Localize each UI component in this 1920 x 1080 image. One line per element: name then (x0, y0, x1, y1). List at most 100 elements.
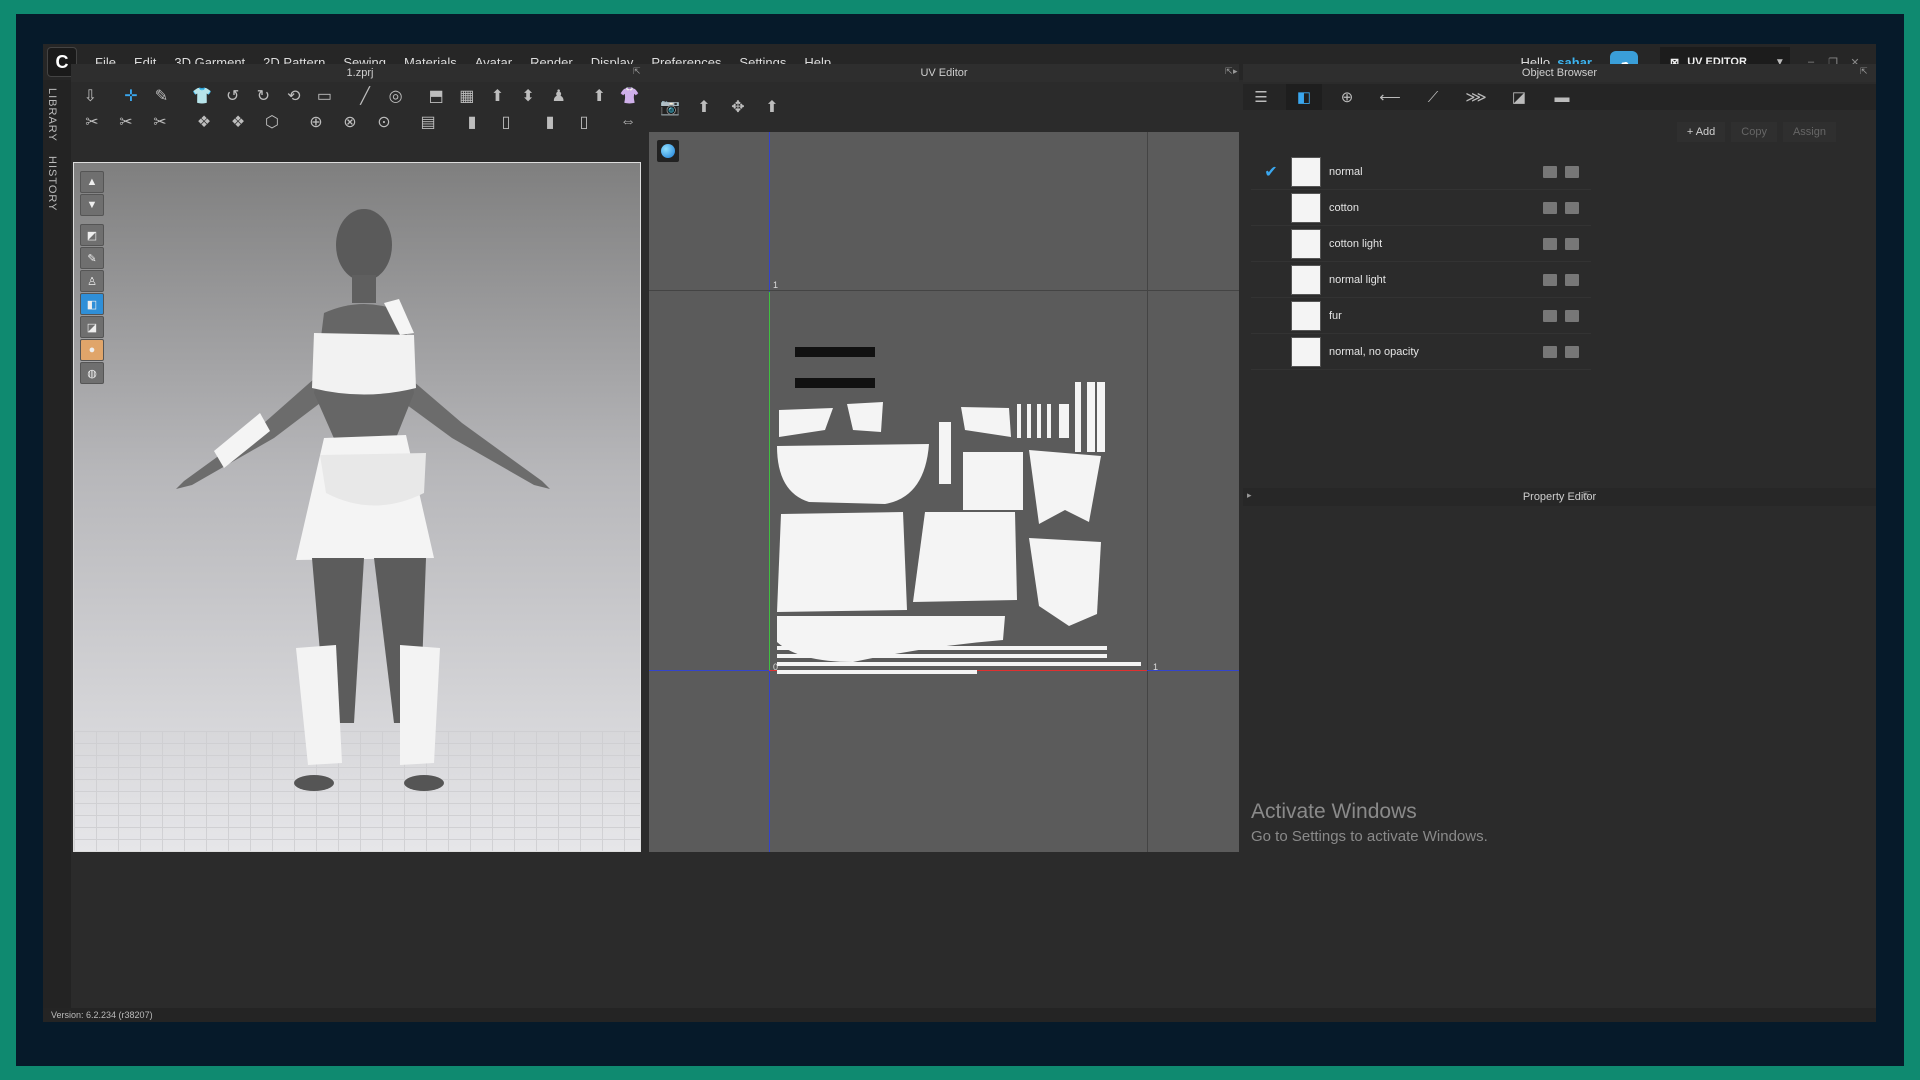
material-name: fur (1329, 309, 1342, 322)
material-delete-icon[interactable] (1565, 345, 1579, 358)
material-item-actions (1535, 165, 1579, 178)
assign-material-button[interactable]: Assign (1782, 122, 1836, 142)
texture-icon[interactable]: ▯ (493, 110, 519, 134)
material-preview-icon[interactable] (1543, 273, 1557, 286)
material-item[interactable]: fur (1251, 298, 1591, 334)
flatten-icon[interactable]: ▦ (456, 84, 479, 108)
seam-icon[interactable]: ✂ (113, 110, 139, 134)
tab-library[interactable]: LIBRARY (46, 88, 58, 142)
copy-material-button[interactable]: Copy (1731, 122, 1777, 142)
material-item[interactable]: ✔ normal (1251, 154, 1591, 190)
garment-shirt-icon[interactable]: 👕 (191, 84, 214, 108)
uv-undock-icon[interactable]: ⇱ (1225, 66, 1233, 77)
checkmark-icon: ✔ (1264, 163, 1278, 181)
topstitch-icon[interactable]: ▮ (537, 110, 563, 134)
status-bar: Version: 6.2.234 (r38207) (43, 1008, 1876, 1022)
sticker-icon[interactable]: ⊙ (371, 110, 397, 134)
zipper-icon[interactable]: ⬡ (259, 110, 285, 134)
transform-icon[interactable]: ✛ (120, 84, 143, 108)
panel-collapse-icon[interactable]: ▸ (1233, 66, 1238, 77)
material-swatch (1291, 192, 1321, 223)
undock-icon[interactable]: ⇱ (633, 66, 641, 77)
pin-move-icon[interactable]: ⇔ (615, 110, 641, 134)
uv-snapshot-icon[interactable]: 📷 (657, 95, 683, 119)
steam-icon[interactable]: ◎ (384, 84, 407, 108)
ob-undock-icon[interactable]: ⇱ (1860, 66, 1868, 77)
material-item[interactable]: cotton light (1251, 226, 1591, 262)
material-item-actions (1535, 309, 1579, 322)
add-material-button[interactable]: + Add (1676, 122, 1726, 142)
needle-icon[interactable]: ✂ (79, 110, 105, 134)
graphic-icon[interactable]: ▮ (459, 110, 485, 134)
uv-pattern-pieces[interactable] (649, 132, 1239, 852)
material-swatch (1291, 228, 1321, 259)
material-delete-icon[interactable] (1565, 309, 1579, 322)
zipper-tab-icon[interactable]: ⋙ (1458, 84, 1494, 110)
3d-viewport[interactable]: ▲ ▼ ◩ ✎ ♙ ◧ ◪ ● ◍ (73, 162, 641, 852)
puckering-icon[interactable]: ⊗ (337, 110, 363, 134)
list-view-icon[interactable]: ☰ (1243, 84, 1279, 110)
trace-icon[interactable]: ✂ (147, 110, 173, 134)
material-preview-icon[interactable] (1543, 345, 1557, 358)
watermark-title: Activate Windows (1251, 800, 1417, 823)
fit-icon[interactable]: ⬆ (588, 84, 611, 108)
button-tab-icon[interactable]: ⊕ (1329, 84, 1365, 110)
uv-canvas[interactable]: 1 0 1 (649, 132, 1239, 852)
material-delete-icon[interactable] (1565, 165, 1579, 178)
material-item-actions (1535, 345, 1579, 358)
material-item[interactable]: cotton (1251, 190, 1591, 226)
material-preview-icon[interactable] (1543, 237, 1557, 250)
shrink-icon[interactable]: ⬍ (517, 84, 540, 108)
material-list: ✔ normal cotton cotton light normal ligh… (1251, 154, 1591, 370)
material-delete-icon[interactable] (1565, 237, 1579, 250)
fold-icon[interactable]: ↺ (221, 84, 244, 108)
uv-arrange-icon[interactable]: ✥ (725, 95, 751, 119)
property-undock-icon[interactable]: ⇱ (1583, 490, 1591, 501)
uv-editor-title: UV Editor (649, 64, 1239, 82)
tape-icon[interactable]: ▭ (313, 84, 336, 108)
material-swatch (1291, 264, 1321, 295)
material-preview-icon[interactable] (1543, 165, 1557, 178)
avatar-3d[interactable] (74, 163, 641, 852)
material-name: normal, no opacity (1329, 345, 1419, 358)
measure-icon[interactable]: ▤ (415, 110, 441, 134)
material-delete-icon[interactable] (1565, 273, 1579, 286)
property-collapse-icon[interactable]: ▸ (1247, 490, 1252, 501)
material-preview-icon[interactable] (1543, 309, 1557, 322)
select-mesh-icon[interactable]: ⇩ (79, 84, 102, 108)
layer-icon[interactable]: ⬆ (486, 84, 509, 108)
side-tab-strip: LIBRARY HISTORY (43, 80, 71, 1008)
avatar-pose-icon[interactable]: ♟ (547, 84, 570, 108)
topstitch-tab-icon[interactable]: ⟋ (1415, 84, 1451, 110)
object-browser-actions: + Add Copy Assign (1671, 122, 1836, 142)
fill-icon[interactable]: ▯ (571, 110, 597, 134)
material-delete-icon[interactable] (1565, 201, 1579, 214)
uv-toolbar: 📷 ⬆ ✥ ⬆ (649, 84, 1239, 130)
trim-tab-icon[interactable]: ◪ (1501, 84, 1537, 110)
garment-fit-icon[interactable]: 👚 (619, 84, 642, 108)
material-item[interactable]: normal light (1251, 262, 1591, 298)
line-tool-icon[interactable]: ╱ (354, 84, 377, 108)
material-item-actions (1535, 273, 1579, 286)
arrange-icon[interactable]: ⬒ (425, 84, 448, 108)
material-name: cotton (1329, 201, 1359, 214)
buttonhole-icon[interactable]: ❖ (225, 110, 251, 134)
button-tool-icon[interactable]: ❖ (191, 110, 217, 134)
uv-pack-icon[interactable]: ⬆ (759, 95, 785, 119)
rotate-icon[interactable]: ⟲ (283, 84, 306, 108)
measure-tab-icon[interactable]: ▬ (1544, 84, 1580, 110)
app-window: C File Edit 3D Garment 2D Pattern Sewing… (43, 44, 1876, 1022)
material-item[interactable]: normal, no opacity (1251, 334, 1591, 370)
material-preview-icon[interactable] (1543, 201, 1557, 214)
pin-icon[interactable]: ↻ (252, 84, 275, 108)
tab-history[interactable]: HISTORY (46, 156, 58, 212)
edit-brush-icon[interactable]: ✎ (150, 84, 173, 108)
object-browser-title: Object Browser (1243, 64, 1876, 82)
windows-activation-watermark: Activate Windows Go to Settings to activ… (1251, 800, 1488, 845)
material-swatch (1291, 336, 1321, 367)
uv-unfold-icon[interactable]: ⬆ (691, 95, 717, 119)
material-swatch (1291, 300, 1321, 331)
buttonhole-tab-icon[interactable]: ⟵ (1372, 84, 1408, 110)
trim-icon[interactable]: ⊕ (303, 110, 329, 134)
fabric-tab-icon[interactable]: ◧ (1286, 84, 1322, 110)
